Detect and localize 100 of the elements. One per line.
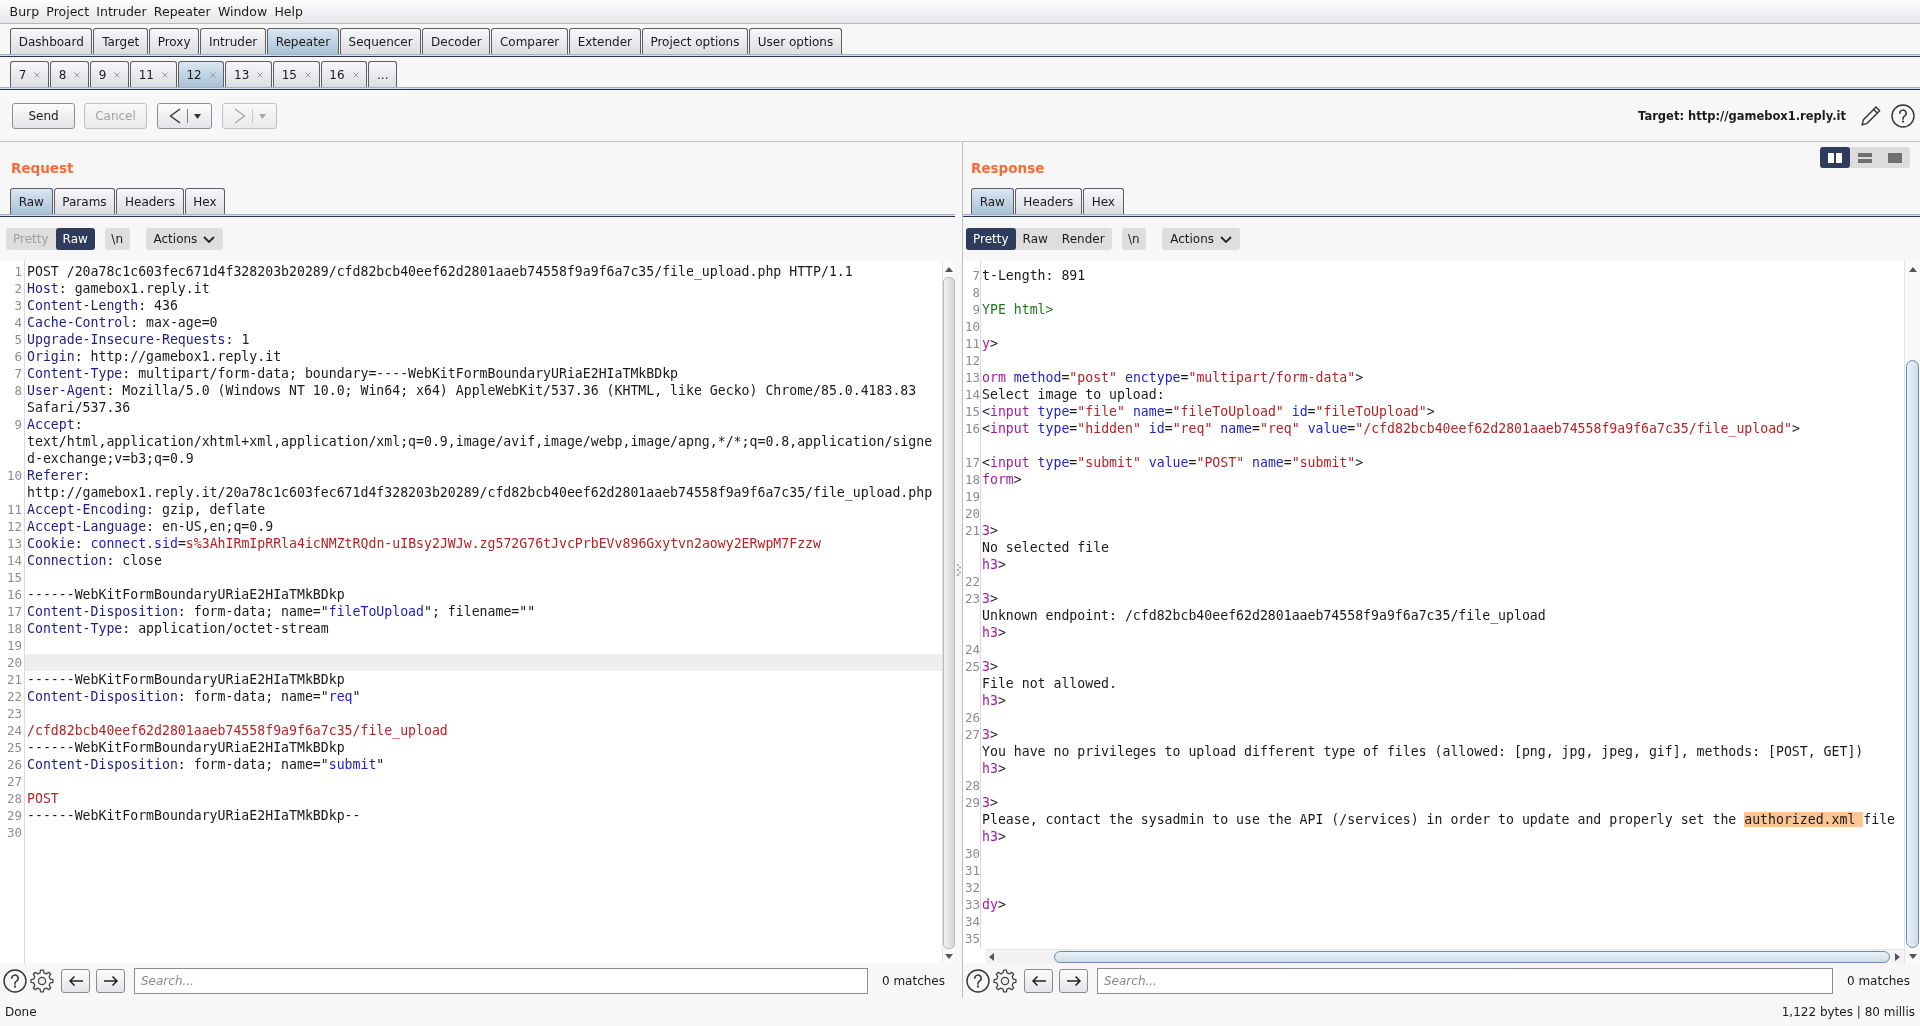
main-tab[interactable]: Sequencer [339,28,422,54]
down-triangle-icon[interactable] [1908,954,1917,959]
scrollbar-thumb[interactable] [1054,950,1890,963]
newline-toggle-button[interactable]: \n [1121,228,1147,250]
line-number: 21 [5,671,22,688]
actions-button[interactable]: Actions [1162,228,1241,250]
line-number: 28 [963,777,980,794]
editor-tab[interactable]: Raw [971,188,1014,214]
view-mode-button[interactable]: Raw [55,228,95,250]
main-tab[interactable]: Dashboard [10,28,93,54]
line-number: 29 [963,794,980,812]
numbered-tab[interactable]: 12 [177,61,225,87]
arrow-left-icon [1030,974,1047,987]
line-number: 34 [963,913,980,930]
menu-item[interactable]: Project [42,4,93,19]
horizontal-scrollbar[interactable] [985,949,1904,963]
menu-item[interactable]: Intruder [92,4,151,19]
view-mode-button[interactable]: Raw [1015,228,1055,250]
view-mode-button[interactable]: Pretty [966,228,1016,250]
right-triangle-icon[interactable] [1895,952,1900,961]
numbered-tab[interactable]: 13 [225,61,272,87]
previous-match-button[interactable] [61,968,90,993]
menu-item[interactable]: Repeater [150,4,215,19]
up-triangle-icon[interactable] [1908,267,1917,272]
previous-match-button[interactable] [1024,968,1053,993]
code-line: Cookie: connect.sid=s%3AhIRmIpRRla4icNMZtRQdn-uIBsy2JWJw.zg572G76tJvcPrbEVv896Gxytvn2aowy2ERwpM7Fzzw [27,535,821,552]
status-text: Done [5,1005,37,1019]
editor-tab[interactable]: Hex [1082,188,1124,214]
pencil-icon[interactable] [1861,106,1881,126]
pane-title: Request [11,159,74,178]
layout-button[interactable] [1820,147,1850,168]
line-number: 22 [963,573,980,590]
menu-item[interactable]: Window [214,4,271,19]
newline-toggle-button[interactable]: \n [104,228,130,250]
line-number: 16 [5,586,22,603]
chevron-left-icon [168,108,181,124]
gear-icon[interactable] [30,968,54,993]
help-icon[interactable] [966,968,990,993]
numbered-tab[interactable]: 16 [320,61,368,87]
code-editor[interactable] [0,261,955,963]
code-editor[interactable] [963,261,1920,963]
code-line: Upgrade-Insecure-Requests: 1 [27,331,250,348]
code-line: ------WebKitFormBoundaryURiaE2HIaTMkBDkp [27,586,345,603]
editor-tab[interactable]: Headers [1014,188,1082,214]
next-match-button[interactable] [96,968,125,993]
line-number: 21 [963,522,980,540]
view-mode-button[interactable]: Render [1054,228,1112,250]
chevron-down-icon [203,235,216,243]
line-number: 7 [13,365,22,382]
main-tab[interactable]: User options [749,28,842,54]
main-tab[interactable]: Target [93,28,148,54]
line-number: 15 [5,569,22,586]
code-line: User-Agent: Mozilla/5.0 (Windows NT 10.0; Win64; x64) AppleWebKit/537.36 (KHTML, like Gecko) Chrome/85.0.4183.83 Safari/537.36 [27,382,917,416]
line-number: 26 [5,756,22,773]
help-icon[interactable] [1891,104,1915,128]
numbered-tab[interactable]: 11 [130,61,177,87]
line-number: 11 [963,335,980,352]
line-number: 8 [13,382,22,400]
line-number: 28 [5,790,22,807]
main-tab[interactable]: Extender [569,28,641,54]
editor-tab[interactable]: Params [53,188,116,214]
menu-item[interactable]: Burp [6,4,43,19]
toolbar-button[interactable]: Send [12,103,75,129]
code-line: Accept-Encoding: gzip, deflate [27,501,266,518]
main-tab[interactable]: Project options [641,28,749,54]
numbered-tab[interactable]: 15 [273,61,320,87]
editor-tab[interactable]: Hex [184,188,226,214]
grip-icon[interactable] [956,564,961,576]
down-triangle-icon[interactable] [945,954,953,959]
match-count: 0 matches [1846,973,1910,988]
history-back-button[interactable] [157,103,212,129]
editor-tab[interactable]: Headers [116,188,184,214]
main-tab[interactable]: Comparer [491,28,568,54]
menu-item[interactable]: Help [270,4,307,19]
gear-icon[interactable] [993,968,1017,993]
main-tab[interactable]: Repeater [266,28,339,54]
more-tabs-button[interactable]: ... [368,61,398,87]
line-number: 18 [5,620,22,637]
search-field[interactable]: Search... [1097,967,1833,994]
actions-button[interactable]: Actions [145,228,224,250]
main-tab[interactable]: Intruder [200,28,266,54]
next-match-button[interactable] [1059,968,1088,993]
line-number: 12 [5,518,22,535]
main-tab[interactable]: Proxy [149,28,200,54]
numbered-tab[interactable]: 8 [50,61,90,87]
line-number: 25 [5,739,22,756]
code-line: Content-Type: application/octet-stream [27,620,329,637]
scrollbar-thumb[interactable] [1906,360,1919,948]
left-triangle-icon[interactable] [989,952,994,961]
search-field[interactable]: Search... [134,967,868,994]
help-icon[interactable] [3,968,27,993]
line-number: 25 [963,658,980,676]
numbered-tab[interactable]: 7 [10,61,49,87]
up-triangle-icon[interactable] [945,267,953,272]
code-line: ------WebKitFormBoundaryURiaE2HIaTMkBDkp [27,671,345,688]
editor-tab[interactable]: Raw [10,188,53,214]
code-line: Content-Disposition: form-data; name="req" [27,688,361,705]
numbered-tab[interactable]: 9 [90,61,130,87]
two-columns-icon [1828,152,1842,163]
main-tab[interactable]: Decoder [422,28,491,54]
